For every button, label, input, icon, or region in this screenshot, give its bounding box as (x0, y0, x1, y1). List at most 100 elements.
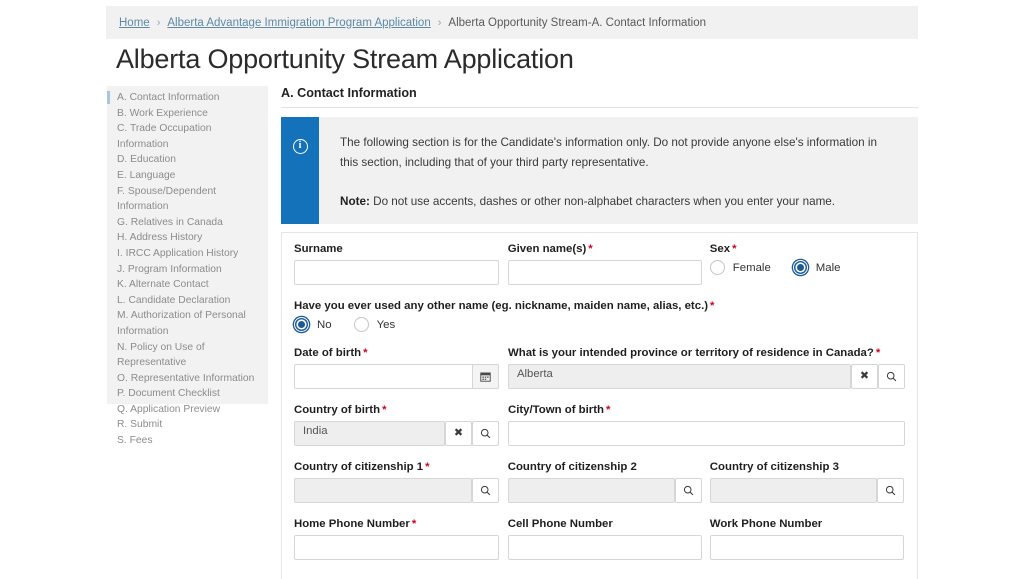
field-given-names: Given name(s) * (507, 243, 710, 285)
intended-province-search-icon[interactable] (878, 364, 905, 389)
surname-label: Surname (294, 243, 343, 255)
sidebar-item-p[interactable]: P. Document Checklist (107, 386, 268, 402)
sidebar-item-d[interactable]: D. Education (107, 152, 268, 168)
sidebar-item-s[interactable]: S. Fees (107, 433, 268, 449)
page-title: Alberta Opportunity Stream Application (116, 44, 574, 74)
other-name-radio-yes[interactable] (353, 317, 369, 332)
form-row-names: Surname Given name(s) * Sex * Female Male (294, 243, 905, 285)
intended-province-clear-icon[interactable]: ✖ (851, 364, 878, 389)
other-name-label: Have you ever used any other name (eg. n… (294, 300, 715, 312)
country-of-birth-value: India (303, 425, 328, 437)
citizenship-2-label: Country of citizenship 2 (507, 461, 637, 473)
sidebar-item-l[interactable]: L. Candidate Declaration (107, 293, 268, 309)
sidebar-item-c[interactable]: C. Trade Occupation Information (107, 121, 268, 152)
sex-radio-group: Female Male (709, 260, 905, 275)
sidebar-item-n[interactable]: N. Policy on Use of Representative (107, 340, 268, 371)
application-page: Home › Alberta Advantage Immigration Pro… (0, 0, 1024, 579)
citizenship-2-search-icon[interactable] (674, 478, 702, 503)
field-citizenship-1: Country of citizenship 1 * (294, 461, 508, 503)
sidebar-item-g[interactable]: G. Relatives in Canada (107, 215, 268, 231)
sidebar-item-j[interactable]: J. Program Information (107, 262, 268, 278)
country-of-birth-clear-icon[interactable]: ✖ (445, 421, 472, 446)
info-banner-note: Note: Do not use accents, dashes or othe… (340, 192, 898, 212)
breadcrumb-current: Alberta Opportunity Stream-A. Contact In… (448, 16, 706, 29)
info-icon: i (292, 139, 308, 154)
info-banner-note-text: Do not use accents, dashes or other non-… (369, 195, 836, 208)
work-phone-label: Work Phone Number (709, 518, 823, 530)
citizenship-1-search-icon[interactable] (472, 478, 499, 503)
country-of-birth-input[interactable]: India (294, 421, 445, 446)
sidebar-item-f[interactable]: F. Spouse/Dependent Information (107, 184, 268, 215)
sidebar-item-e[interactable]: E. Language (107, 168, 268, 184)
other-name-radio-group: No Yes (294, 317, 905, 332)
other-name-radio-no-label: No (317, 318, 332, 331)
field-citizenship-2: Country of citizenship 2 (507, 461, 710, 503)
breadcrumb: Home › Alberta Advantage Immigration Pro… (106, 6, 918, 39)
intended-province-input[interactable]: Alberta (508, 364, 851, 389)
form-row-phones: Home Phone Number * Cell Phone Number Wor… (294, 518, 905, 560)
country-of-birth-search-icon[interactable] (472, 421, 499, 446)
info-banner-note-label: Note: (340, 195, 370, 208)
citizenship-1-label: Country of citizenship 1 * (294, 461, 430, 473)
date-of-birth-label: Date of birth * (294, 347, 368, 359)
city-of-birth-label: City/Town of birth * (508, 404, 611, 416)
cell-phone-input[interactable] (507, 535, 702, 560)
section-divider (281, 107, 918, 108)
sidebar-item-q[interactable]: Q. Application Preview (107, 402, 268, 418)
given-names-input[interactable] (507, 260, 702, 285)
citizenship-1-input[interactable] (294, 478, 472, 503)
sex-radio-male[interactable] (792, 260, 808, 275)
city-of-birth-input[interactable] (508, 421, 905, 446)
work-phone-input[interactable] (709, 535, 904, 560)
field-citizenship-3: Country of citizenship 3 (709, 461, 905, 503)
info-banner-accent: i (281, 117, 319, 224)
form-row-citizenship: Country of citizenship 1 * Country of cit… (294, 461, 905, 503)
given-names-label: Given name(s) * (507, 243, 593, 255)
sidebar-item-b[interactable]: B. Work Experience (107, 106, 268, 122)
country-of-birth-label: Country of birth * (294, 404, 387, 416)
contact-information-form: Surname Given name(s) * Sex * Female Male … (281, 232, 918, 579)
other-name-radio-no[interactable] (294, 317, 309, 332)
sidebar-item-h[interactable]: H. Address History (107, 230, 268, 246)
date-of-birth-input[interactable] (294, 364, 499, 389)
info-banner-body: The following section is for the Candida… (319, 117, 918, 224)
citizenship-3-label: Country of citizenship 3 (709, 461, 839, 473)
sidebar-item-r[interactable]: R. Submit (107, 417, 268, 433)
field-work-phone: Work Phone Number (709, 518, 905, 560)
form-row-birth-place: Country of birth * India ✖ City/Town of … (294, 404, 905, 446)
info-banner: i The following section is for the Candi… (281, 117, 918, 224)
sidebar-item-o[interactable]: O. Representative Information (107, 371, 268, 387)
field-country-of-birth: Country of birth * India ✖ (294, 404, 508, 446)
sidebar-nav: A. Contact Information B. Work Experience… (107, 86, 268, 446)
sidebar-item-a[interactable]: A. Contact Information (107, 90, 268, 106)
field-sex: Sex * Female Male (709, 243, 905, 285)
field-city-of-birth: City/Town of birth * (508, 404, 905, 446)
sidebar-item-i[interactable]: I. IRCC Application History (107, 246, 268, 262)
citizenship-2-input[interactable] (507, 478, 675, 503)
sidebar-item-k[interactable]: K. Alternate Contact (107, 277, 268, 293)
cell-phone-label: Cell Phone Number (507, 518, 613, 530)
field-date-of-birth: Date of birth * (294, 347, 508, 389)
intended-province-label: What is your intended province or territ… (508, 347, 881, 359)
sex-radio-male-label: Male (815, 261, 841, 274)
field-home-phone: Home Phone Number * (294, 518, 508, 560)
form-row-other-name: Have you ever used any other name (eg. n… (294, 300, 905, 332)
home-phone-input[interactable] (294, 535, 499, 560)
calendar-icon[interactable] (472, 364, 499, 389)
breadcrumb-program-link[interactable]: Alberta Advantage Immigration Program Ap… (167, 17, 430, 29)
sex-radio-female[interactable] (709, 260, 725, 275)
field-cell-phone: Cell Phone Number (507, 518, 710, 560)
home-phone-label: Home Phone Number * (294, 518, 417, 530)
citizenship-3-search-icon[interactable] (876, 478, 904, 503)
surname-input[interactable] (294, 260, 499, 285)
breadcrumb-home-link[interactable]: Home (119, 17, 150, 29)
section-title: A. Contact Information (281, 86, 417, 100)
breadcrumb-separator-icon: › (437, 16, 442, 29)
field-surname: Surname (294, 243, 508, 285)
citizenship-3-input[interactable] (709, 478, 877, 503)
intended-province-value: Alberta (517, 368, 553, 380)
sex-label: Sex * (709, 243, 737, 255)
sidebar-item-m[interactable]: M. Authorization of Personal Information (107, 308, 268, 339)
breadcrumb-separator-icon: › (156, 16, 161, 29)
info-banner-paragraph: The following section is for the Candida… (340, 136, 877, 169)
